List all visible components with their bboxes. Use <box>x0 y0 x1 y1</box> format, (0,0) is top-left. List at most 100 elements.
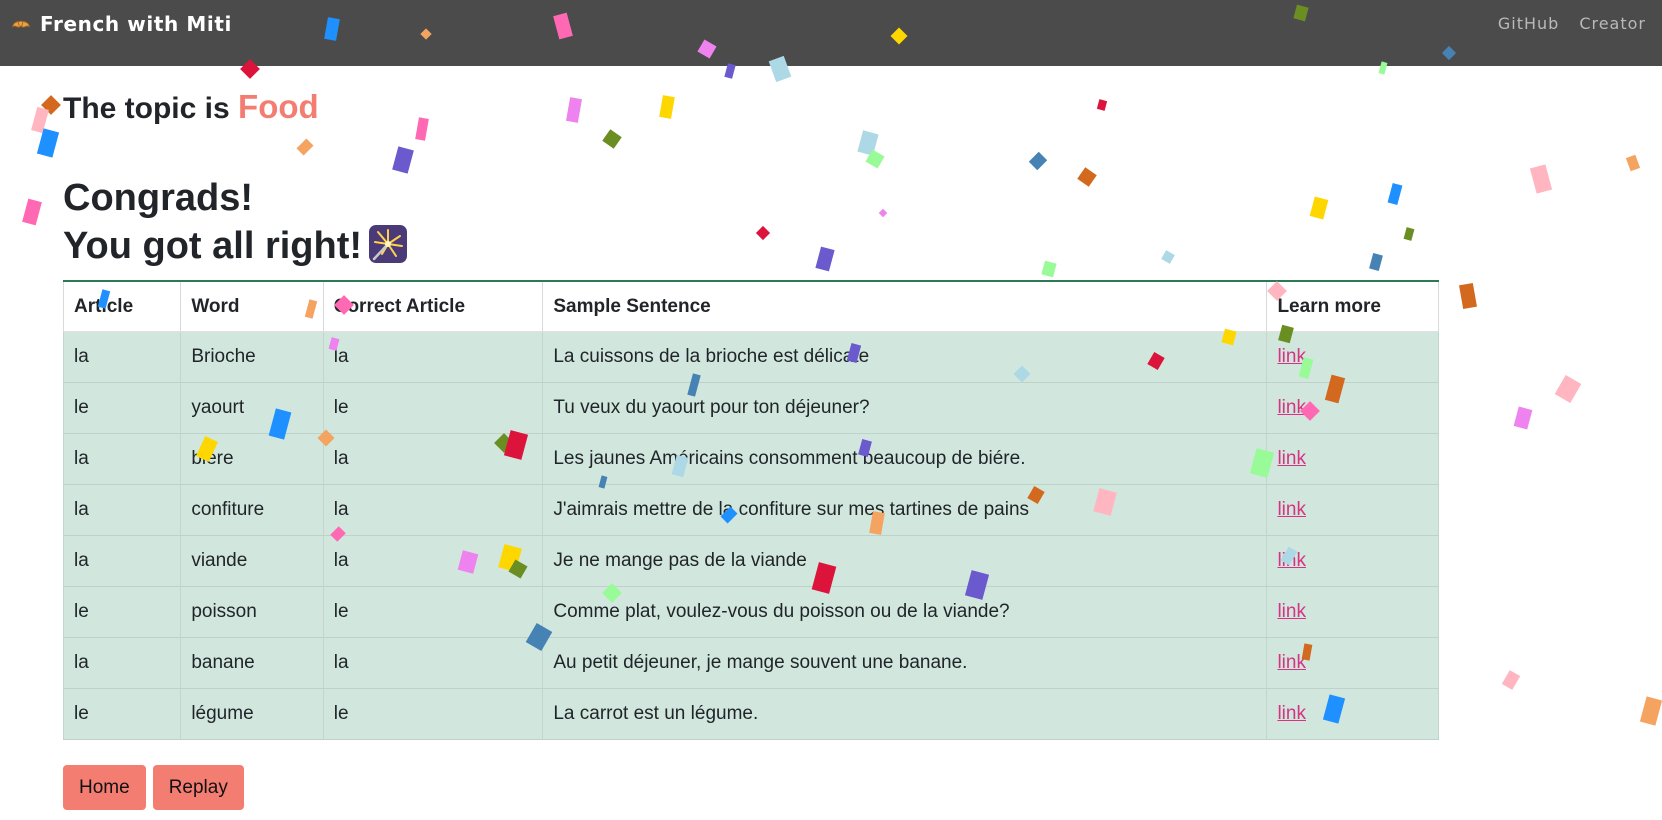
cell-word: Brioche <box>180 331 324 383</box>
learn-more-link[interactable]: link <box>1277 346 1306 367</box>
cell-correct-article: la <box>323 484 544 536</box>
navbar: French with Miti GitHub Creator <box>0 0 1662 66</box>
sparkler-icon <box>369 225 408 263</box>
cell-learn-more: link <box>1266 484 1439 536</box>
learn-more-link[interactable]: link <box>1277 397 1306 418</box>
cell-sentence: Les jaunes Américains consomment beaucou… <box>542 433 1268 485</box>
confetti-piece <box>1041 260 1057 278</box>
table-row: la bière la Les jaunes Américains consom… <box>62 433 1439 485</box>
table-row: le poisson le Comme plat, voulez-vous du… <box>62 586 1439 638</box>
confetti-piece <box>1639 696 1662 726</box>
table-row: la confiture la J'aimrais mettre de la c… <box>62 484 1439 536</box>
confetti-piece <box>878 208 888 218</box>
confetti-piece <box>1554 374 1582 404</box>
confetti-piece <box>1309 196 1329 220</box>
cell-correct-article: la <box>323 433 544 485</box>
confetti-piece <box>1501 670 1521 690</box>
confetti-piece <box>1387 183 1403 205</box>
confetti-piece <box>659 95 675 119</box>
learn-more-link[interactable]: link <box>1277 499 1306 520</box>
table-row: la viande la Je ne mange pas de la viand… <box>62 535 1439 587</box>
cell-correct-article: le <box>323 688 544 740</box>
cell-article: la <box>62 433 182 485</box>
cell-word: poisson <box>180 586 324 638</box>
nav-github-link[interactable]: GitHub <box>1498 14 1559 33</box>
table-row: la banane la Au petit déjeuner, je mange… <box>62 637 1439 689</box>
header-word: Word <box>180 281 324 332</box>
croissant-icon <box>12 20 30 28</box>
confetti-piece <box>31 106 49 134</box>
cell-article: le <box>62 688 182 740</box>
cell-word: bière <box>180 433 324 485</box>
header-learn-more: Learn more <box>1266 281 1439 332</box>
cell-sentence: La carrot est un légume. <box>542 688 1268 740</box>
learn-more-link[interactable]: link <box>1277 550 1306 571</box>
cell-learn-more: link <box>1266 535 1439 587</box>
cell-word: confiture <box>180 484 324 536</box>
cell-article: le <box>62 382 182 434</box>
cell-sentence: Je ne mange pas de la viande <box>542 535 1268 587</box>
cell-learn-more: link <box>1266 382 1439 434</box>
cell-article: la <box>62 637 182 689</box>
nav-creator-link[interactable]: Creator <box>1579 14 1646 33</box>
table-row: la Brioche la La cuissons de la brioche … <box>62 331 1439 383</box>
learn-more-link[interactable]: link <box>1277 652 1306 673</box>
cell-word: yaourt <box>180 382 324 434</box>
cell-learn-more: link <box>1266 688 1439 740</box>
confetti-piece <box>857 130 879 156</box>
nav-links: GitHub Creator <box>1498 14 1646 33</box>
cell-word: banane <box>180 637 324 689</box>
confetti-piece <box>566 97 582 123</box>
cell-correct-article: la <box>323 535 544 587</box>
replay-button[interactable]: Replay <box>152 765 244 810</box>
table-row: le légume le La carrot est un légume. li… <box>62 688 1439 740</box>
cell-learn-more: link <box>1266 637 1439 689</box>
confetti-piece <box>815 246 835 272</box>
confetti-piece <box>392 146 414 174</box>
table-header-row: Article Word Correct Article Sample Sent… <box>62 281 1439 332</box>
cell-sentence: Comme plat, voulez-vous du poisson ou de… <box>542 586 1268 638</box>
confetti-piece <box>1529 164 1553 194</box>
results-table: Article Word Correct Article Sample Sent… <box>62 280 1439 740</box>
confetti-piece <box>865 149 885 169</box>
cell-sentence: La cuissons de la brioche est délicate <box>542 331 1268 383</box>
confetti-piece <box>22 198 42 226</box>
result-heading: Congrads! You got all right! <box>63 174 408 270</box>
confetti-piece <box>296 138 314 156</box>
confetti-piece <box>1459 282 1477 310</box>
cell-learn-more: link <box>1266 586 1439 638</box>
confetti-piece <box>415 117 429 141</box>
confetti-piece <box>755 225 771 241</box>
confetti-piece <box>1096 99 1108 111</box>
learn-more-link[interactable]: link <box>1277 601 1306 622</box>
cell-article: la <box>62 484 182 536</box>
cell-sentence: J'aimrais mettre de la confiture sur mes… <box>542 484 1268 536</box>
cell-learn-more: link <box>1266 331 1439 383</box>
cell-article: la <box>62 331 182 383</box>
cell-correct-article: la <box>323 331 544 383</box>
confetti-piece <box>602 129 622 149</box>
cell-learn-more: link <box>1266 433 1439 485</box>
confetti-piece <box>1028 151 1048 171</box>
cell-article: la <box>62 535 182 587</box>
brand-title: French with Miti <box>40 12 232 36</box>
confetti-piece <box>1077 167 1097 187</box>
header-sample-sentence: Sample Sentence <box>542 281 1268 332</box>
home-button[interactable]: Home <box>63 765 146 810</box>
brand-link[interactable]: French with Miti <box>10 12 232 36</box>
confetti-piece <box>1625 154 1641 172</box>
cell-correct-article: le <box>323 586 544 638</box>
cell-correct-article: la <box>323 637 544 689</box>
learn-more-link[interactable]: link <box>1277 448 1306 469</box>
confetti-piece <box>1161 250 1175 264</box>
learn-more-link[interactable]: link <box>1277 703 1306 724</box>
header-article: Article <box>62 281 182 332</box>
result-line-2: You got all right! <box>63 225 363 267</box>
cell-sentence: Au petit déjeuner, je mange souvent une … <box>542 637 1268 689</box>
cell-sentence: Tu veux du yaourt pour ton déjeuner? <box>542 382 1268 434</box>
confetti-piece <box>1513 406 1533 430</box>
header-correct-article: Correct Article <box>323 281 544 332</box>
confetti-piece <box>41 95 61 115</box>
cell-correct-article: le <box>323 382 544 434</box>
topic-heading: The topic is Food <box>63 88 319 126</box>
